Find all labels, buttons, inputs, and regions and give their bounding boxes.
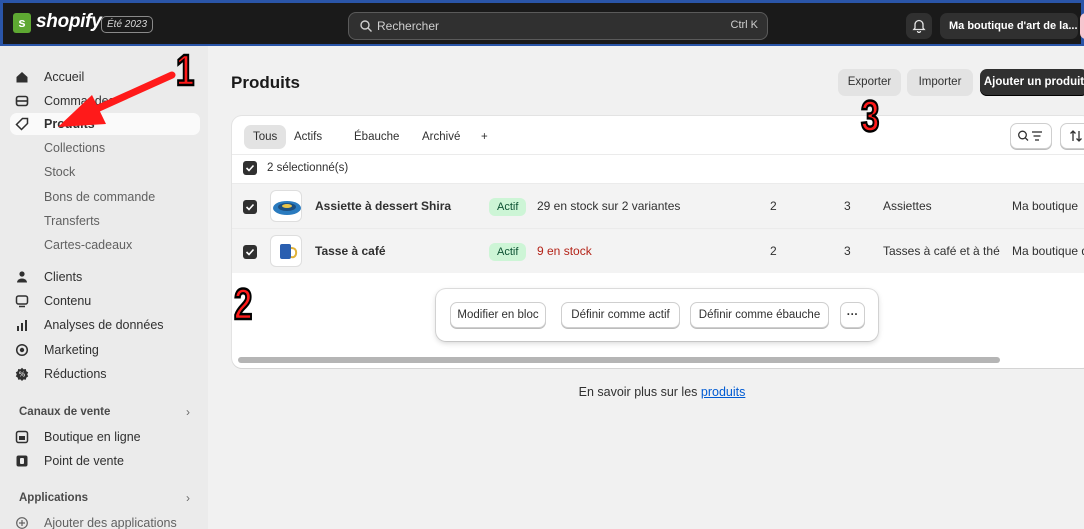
annotation-number-3: 3 <box>860 91 880 143</box>
annotation-number-2: 2 <box>233 279 253 331</box>
annotation-number-1: 1 <box>175 45 195 97</box>
annotation-arrow <box>58 71 176 127</box>
